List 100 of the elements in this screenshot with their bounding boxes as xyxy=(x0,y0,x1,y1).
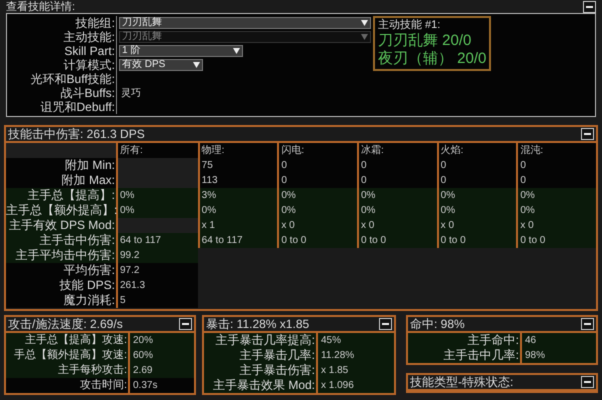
stat-value: 2.69 xyxy=(130,363,194,378)
caret-icon xyxy=(361,20,368,26)
active-skill-heading: 主动技能 #1: xyxy=(378,19,442,32)
minus-icon xyxy=(382,323,389,325)
row-label: 手总【额外提高】攻速: xyxy=(6,348,130,363)
row-label: 主动技能: xyxy=(7,30,117,44)
table-cell: 0% xyxy=(357,203,437,218)
table-cell: x 0 xyxy=(277,218,357,233)
table-cell: 0% xyxy=(118,188,198,203)
table-cell: 0% xyxy=(118,203,198,218)
collapse-button[interactable] xyxy=(379,318,392,330)
collapse-button[interactable] xyxy=(581,376,594,388)
table-cell: 3% xyxy=(198,188,278,203)
minus-icon xyxy=(584,133,591,135)
row-label: 主手总【提高】: xyxy=(6,188,118,203)
table-cell: 0 xyxy=(436,158,516,173)
table-cell: 0% xyxy=(436,203,516,218)
table-cell: 0 to 0 xyxy=(516,233,596,248)
row-label: 诅咒和Debuff: xyxy=(7,100,117,114)
row-label: 光环和Buff技能: xyxy=(7,72,117,86)
table-cell: 64 to 117 xyxy=(118,233,198,248)
column-header: 火焰: xyxy=(436,143,516,158)
row-label: 附加 Max: xyxy=(6,173,118,188)
collapse-button[interactable] xyxy=(179,318,192,330)
table-cell: 97.2 xyxy=(118,263,198,278)
table-cell: 0% xyxy=(516,203,596,218)
stat-value: 98% xyxy=(522,348,596,363)
row-label: 主手总【额外提高】: xyxy=(6,203,118,218)
table-cell: x 0 xyxy=(436,218,516,233)
panel-title: 攻击/施法速度: 2.69/s xyxy=(8,317,123,331)
table-cell: 75 xyxy=(198,158,278,173)
table-cell: 0 to 0 xyxy=(357,233,437,248)
column-header: 闪电: xyxy=(277,143,357,158)
table-cell: 5 xyxy=(118,293,198,308)
table-cell: 0% xyxy=(277,188,357,203)
row-label: 技能 DPS: xyxy=(6,278,118,293)
table-cell: 0% xyxy=(436,188,516,203)
collapse-button[interactable] xyxy=(581,128,594,140)
stat-value: x 1.85 xyxy=(318,363,394,378)
table-cell: 0 xyxy=(516,158,596,173)
panel-title: 技能击中伤害: 261.3 DPS xyxy=(8,127,145,141)
row-label: 战斗Buffs: xyxy=(7,86,117,100)
row-label: 主手每秒攻击: xyxy=(6,363,130,378)
table-cell: 64 to 117 xyxy=(198,233,278,248)
column-header: 所有: xyxy=(118,143,198,158)
table-cell: 0 xyxy=(357,173,437,188)
table-cell: 0% xyxy=(357,188,437,203)
window-title: 查看技能详情: xyxy=(6,0,76,12)
row-label: 主手平均击中伤害: xyxy=(6,248,118,263)
table-cell: 261.3 xyxy=(118,278,198,293)
row-label: 主手有效 DPS Mod: xyxy=(6,218,118,233)
table-cell: x 1 xyxy=(198,218,278,233)
caret-icon xyxy=(233,48,240,54)
stat-value: 20% xyxy=(130,333,194,348)
row-label: 主手总【提高】攻速: xyxy=(6,333,130,348)
panel-title: 暴击: 11.28% x1.85 xyxy=(206,317,310,331)
stat-value: 11.28% xyxy=(318,348,394,363)
dropdown[interactable]: 刀刃乱舞 xyxy=(119,17,371,29)
table-cell: 99.2 xyxy=(118,248,198,263)
collapse-button[interactable] xyxy=(583,0,596,12)
row-label: 主手暴击伤害: xyxy=(204,363,318,378)
row-label: 主手暴击几率提高: xyxy=(204,333,318,348)
table-cell: 0 xyxy=(516,173,596,188)
table-cell: 0 xyxy=(277,158,357,173)
panel-title: 命中: 98% xyxy=(410,317,465,331)
dropdown[interactable]: 1 阶 xyxy=(119,45,243,57)
row-label: 计算模式: xyxy=(7,58,117,72)
table-cell: 0 xyxy=(277,173,357,188)
table-cell: 0 xyxy=(436,173,516,188)
column-header: 冰霜: xyxy=(357,143,437,158)
table-cell: x 0 xyxy=(516,218,596,233)
row-label: 主手击中伤害: xyxy=(6,233,118,248)
collapse-button[interactable] xyxy=(581,318,594,330)
table-cell: 0 xyxy=(357,158,437,173)
stat-value: 0.37s xyxy=(130,378,194,393)
row-label: 攻击时间: xyxy=(6,378,130,393)
row-label: 平均伤害: xyxy=(6,263,118,278)
table-cell: 0 to 0 xyxy=(436,233,516,248)
caret-icon xyxy=(361,34,368,40)
skill-gem-line: 刀刃乱舞 20/0 xyxy=(378,32,472,50)
stat-value: 46 xyxy=(522,333,596,348)
table-cell: 0 to 0 xyxy=(277,233,357,248)
row-label: 技能组: xyxy=(7,16,117,30)
row-label: 附加 Min: xyxy=(6,158,118,173)
row-label: 主手命中: xyxy=(408,333,522,348)
minus-icon xyxy=(586,6,593,8)
stat-value: 45% xyxy=(318,333,394,348)
row-label: 主手击中几率: xyxy=(408,348,522,363)
table-cell: x 0 xyxy=(357,218,437,233)
field-value: 灵巧 xyxy=(120,86,142,100)
column-header: 物理: xyxy=(198,143,278,158)
row-label: 主手暴击几率: xyxy=(204,348,318,363)
stat-value: x 1.096 xyxy=(318,378,394,393)
minus-icon xyxy=(584,323,591,325)
table-cell: 0% xyxy=(516,188,596,203)
dropdown[interactable]: 有效 DPS xyxy=(119,59,203,71)
table-cell: 113 xyxy=(198,173,278,188)
stat-value: 60% xyxy=(130,348,194,363)
minus-icon xyxy=(584,381,591,383)
column-header: 混沌: xyxy=(516,143,596,158)
